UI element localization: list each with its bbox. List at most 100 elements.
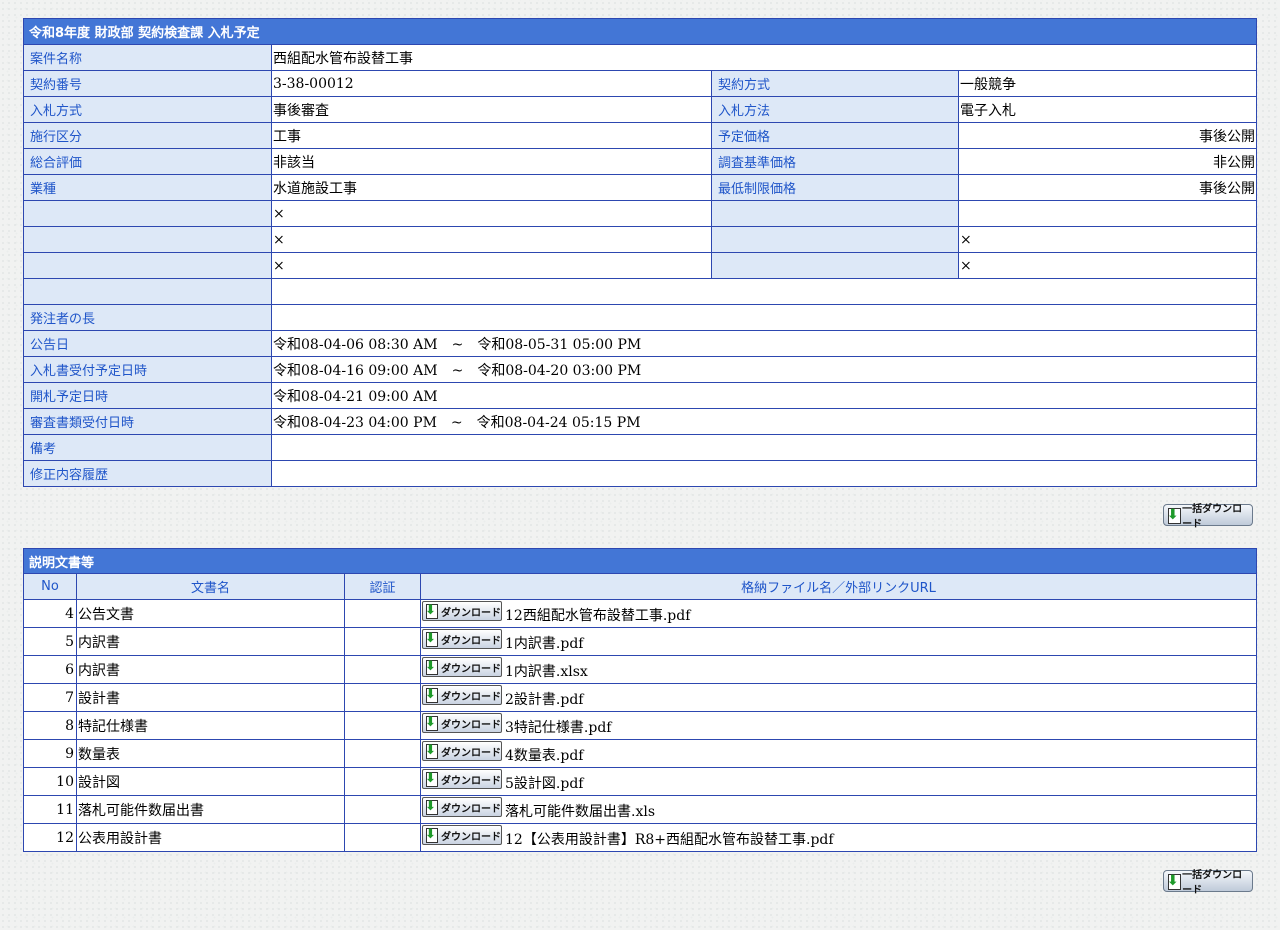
info-label [23,226,272,253]
info-value: 非公開 [958,148,1257,175]
info-label: 公告日 [23,330,272,357]
download-icon [1167,873,1182,890]
info-value: 電子入札 [958,96,1257,123]
info-value: 事後公開 [958,122,1257,149]
info-label: 総合評価 [23,148,272,175]
info-label [23,278,272,305]
doc-no: 9 [23,739,77,768]
col-header-auth: 認証 [344,573,421,600]
doc-file-cell: ダウンロード 1内訳書.pdf [420,627,1257,656]
info-label [711,252,959,279]
doc-no: 10 [23,767,77,796]
doc-no: 8 [23,711,77,740]
download-label: ダウンロード [441,775,501,787]
doc-file-cell: ダウンロード 12【公表用設計書】R8+西組配水管布設替工事.pdf [420,823,1257,852]
doc-auth [344,683,421,712]
doc-name: 内訳書 [76,627,345,656]
documents-title: 説明文書等 [23,548,1257,574]
doc-file-cell: ダウンロード 5設計図.pdf [420,767,1257,796]
table-row: 6内訳書 ダウンロード 1内訳書.xlsx [23,655,1257,684]
info-label: 契約番号 [23,70,272,97]
info-value: × [271,252,712,279]
doc-no: 4 [23,599,77,628]
col-header-no: No [23,573,77,600]
documents-table: 説明文書等 No 文書名 認証 格納ファイル名／外部リンクURL 4公告文書ダウ… [23,548,1257,852]
bulk-download-button-top[interactable]: 一括ダウンロード [1163,504,1253,530]
file-name: 1内訳書.pdf [505,636,584,652]
download-button[interactable]: ダウンロード [422,769,502,789]
info-label: 調査基準価格 [711,148,959,175]
doc-name: 落札可能件数届出書 [76,795,345,824]
info-value [271,460,1257,487]
doc-auth [344,795,421,824]
doc-file-cell: ダウンロード落札可能件数届出書.xls [420,795,1257,824]
download-icon [425,631,439,647]
info-label: 入札方式 [23,96,272,123]
info-value [271,304,1257,331]
doc-auth [344,823,421,852]
info-label: 契約方式 [711,70,959,97]
bulk-download-button-bottom[interactable]: 一括ダウンロード [1163,870,1253,896]
info-value: 令和08-04-06 08:30 AM ~ 令和08-05-31 05:00 P… [271,330,1257,357]
doc-file-cell: ダウンロード 1内訳書.xlsx [420,655,1257,684]
download-button[interactable]: ダウンロード [422,825,502,845]
doc-no: 7 [23,683,77,712]
download-icon [425,659,439,675]
case-name-label: 案件名称 [23,44,272,71]
col-header-doc-name: 文書名 [76,573,345,600]
table-row: 12公表用設計書 ダウンロード 12【公表用設計書】R8+西組配水管布設替工事.pd… [23,823,1257,852]
info-value: 工事 [271,122,712,149]
info-value: 令和08-04-16 09:00 AM ~ 令和08-04-20 03:00 P… [271,356,1257,383]
download-icon [425,743,439,759]
info-value: 非該当 [271,148,712,175]
table-row: 9数量表 ダウンロード 4数量表.pdf [23,739,1257,768]
download-label: ダウンロード [441,635,501,647]
info-label [711,226,959,253]
doc-auth [344,599,421,628]
info-value: × [271,226,712,253]
download-icon [425,771,439,787]
file-name: 4数量表.pdf [505,748,584,764]
info-value: 3-38-00012 [271,70,712,97]
table-row: 7設計書 ダウンロード 2設計書.pdf [23,683,1257,712]
doc-no: 12 [23,823,77,852]
table-row: 10設計図 ダウンロード 5設計図.pdf [23,767,1257,796]
doc-file-cell: ダウンロード 12西組配水管布設替工事.pdf [420,599,1257,628]
file-name: 落札可能件数届出書.xls [505,804,656,820]
download-button[interactable]: ダウンロード [422,685,502,705]
download-button[interactable]: ダウンロード [422,713,502,733]
info-label: 発注者の長 [23,304,272,331]
download-button[interactable]: ダウンロード [422,601,502,621]
download-button[interactable]: ダウンロード [422,629,502,649]
info-value: × [958,252,1257,279]
file-name: 12西組配水管布設替工事.pdf [505,608,691,624]
doc-no: 5 [23,627,77,656]
info-label [23,200,272,227]
doc-no: 11 [23,795,77,824]
info-value [958,200,1257,227]
doc-file-cell: ダウンロード 4数量表.pdf [420,739,1257,768]
doc-name: 公表用設計書 [76,823,345,852]
download-button[interactable]: ダウンロード [422,741,502,761]
table-row: 4公告文書 ダウンロード 12西組配水管布設替工事.pdf [23,599,1257,628]
info-value [271,434,1257,461]
download-button[interactable]: ダウンロード [422,797,502,817]
file-name: 1内訳書.xlsx [505,664,588,680]
download-button[interactable]: ダウンロード [422,657,502,677]
doc-auth [344,711,421,740]
contract-info-table: 令和8年度 財政部 契約検査課 入札予定 案件名称 西組配水管布設替工事 契約番… [23,18,1257,487]
info-value: × [271,200,712,227]
doc-file-cell: ダウンロード 2設計書.pdf [420,683,1257,712]
info-label: 修正内容履歴 [23,460,272,487]
doc-auth [344,739,421,768]
info-label: 入札書受付予定日時 [23,356,272,383]
doc-name: 内訳書 [76,655,345,684]
info-value: 令和08-04-21 09:00 AM [271,382,1257,409]
download-label: ダウンロード [441,747,501,759]
doc-name: 特記仕様書 [76,711,345,740]
download-label: ダウンロード [441,803,501,815]
table-row: 5内訳書 ダウンロード 1内訳書.pdf [23,627,1257,656]
info-label: 審査書類受付日時 [23,408,272,435]
info-value: 事後審査 [271,96,712,123]
doc-name: 公告文書 [76,599,345,628]
